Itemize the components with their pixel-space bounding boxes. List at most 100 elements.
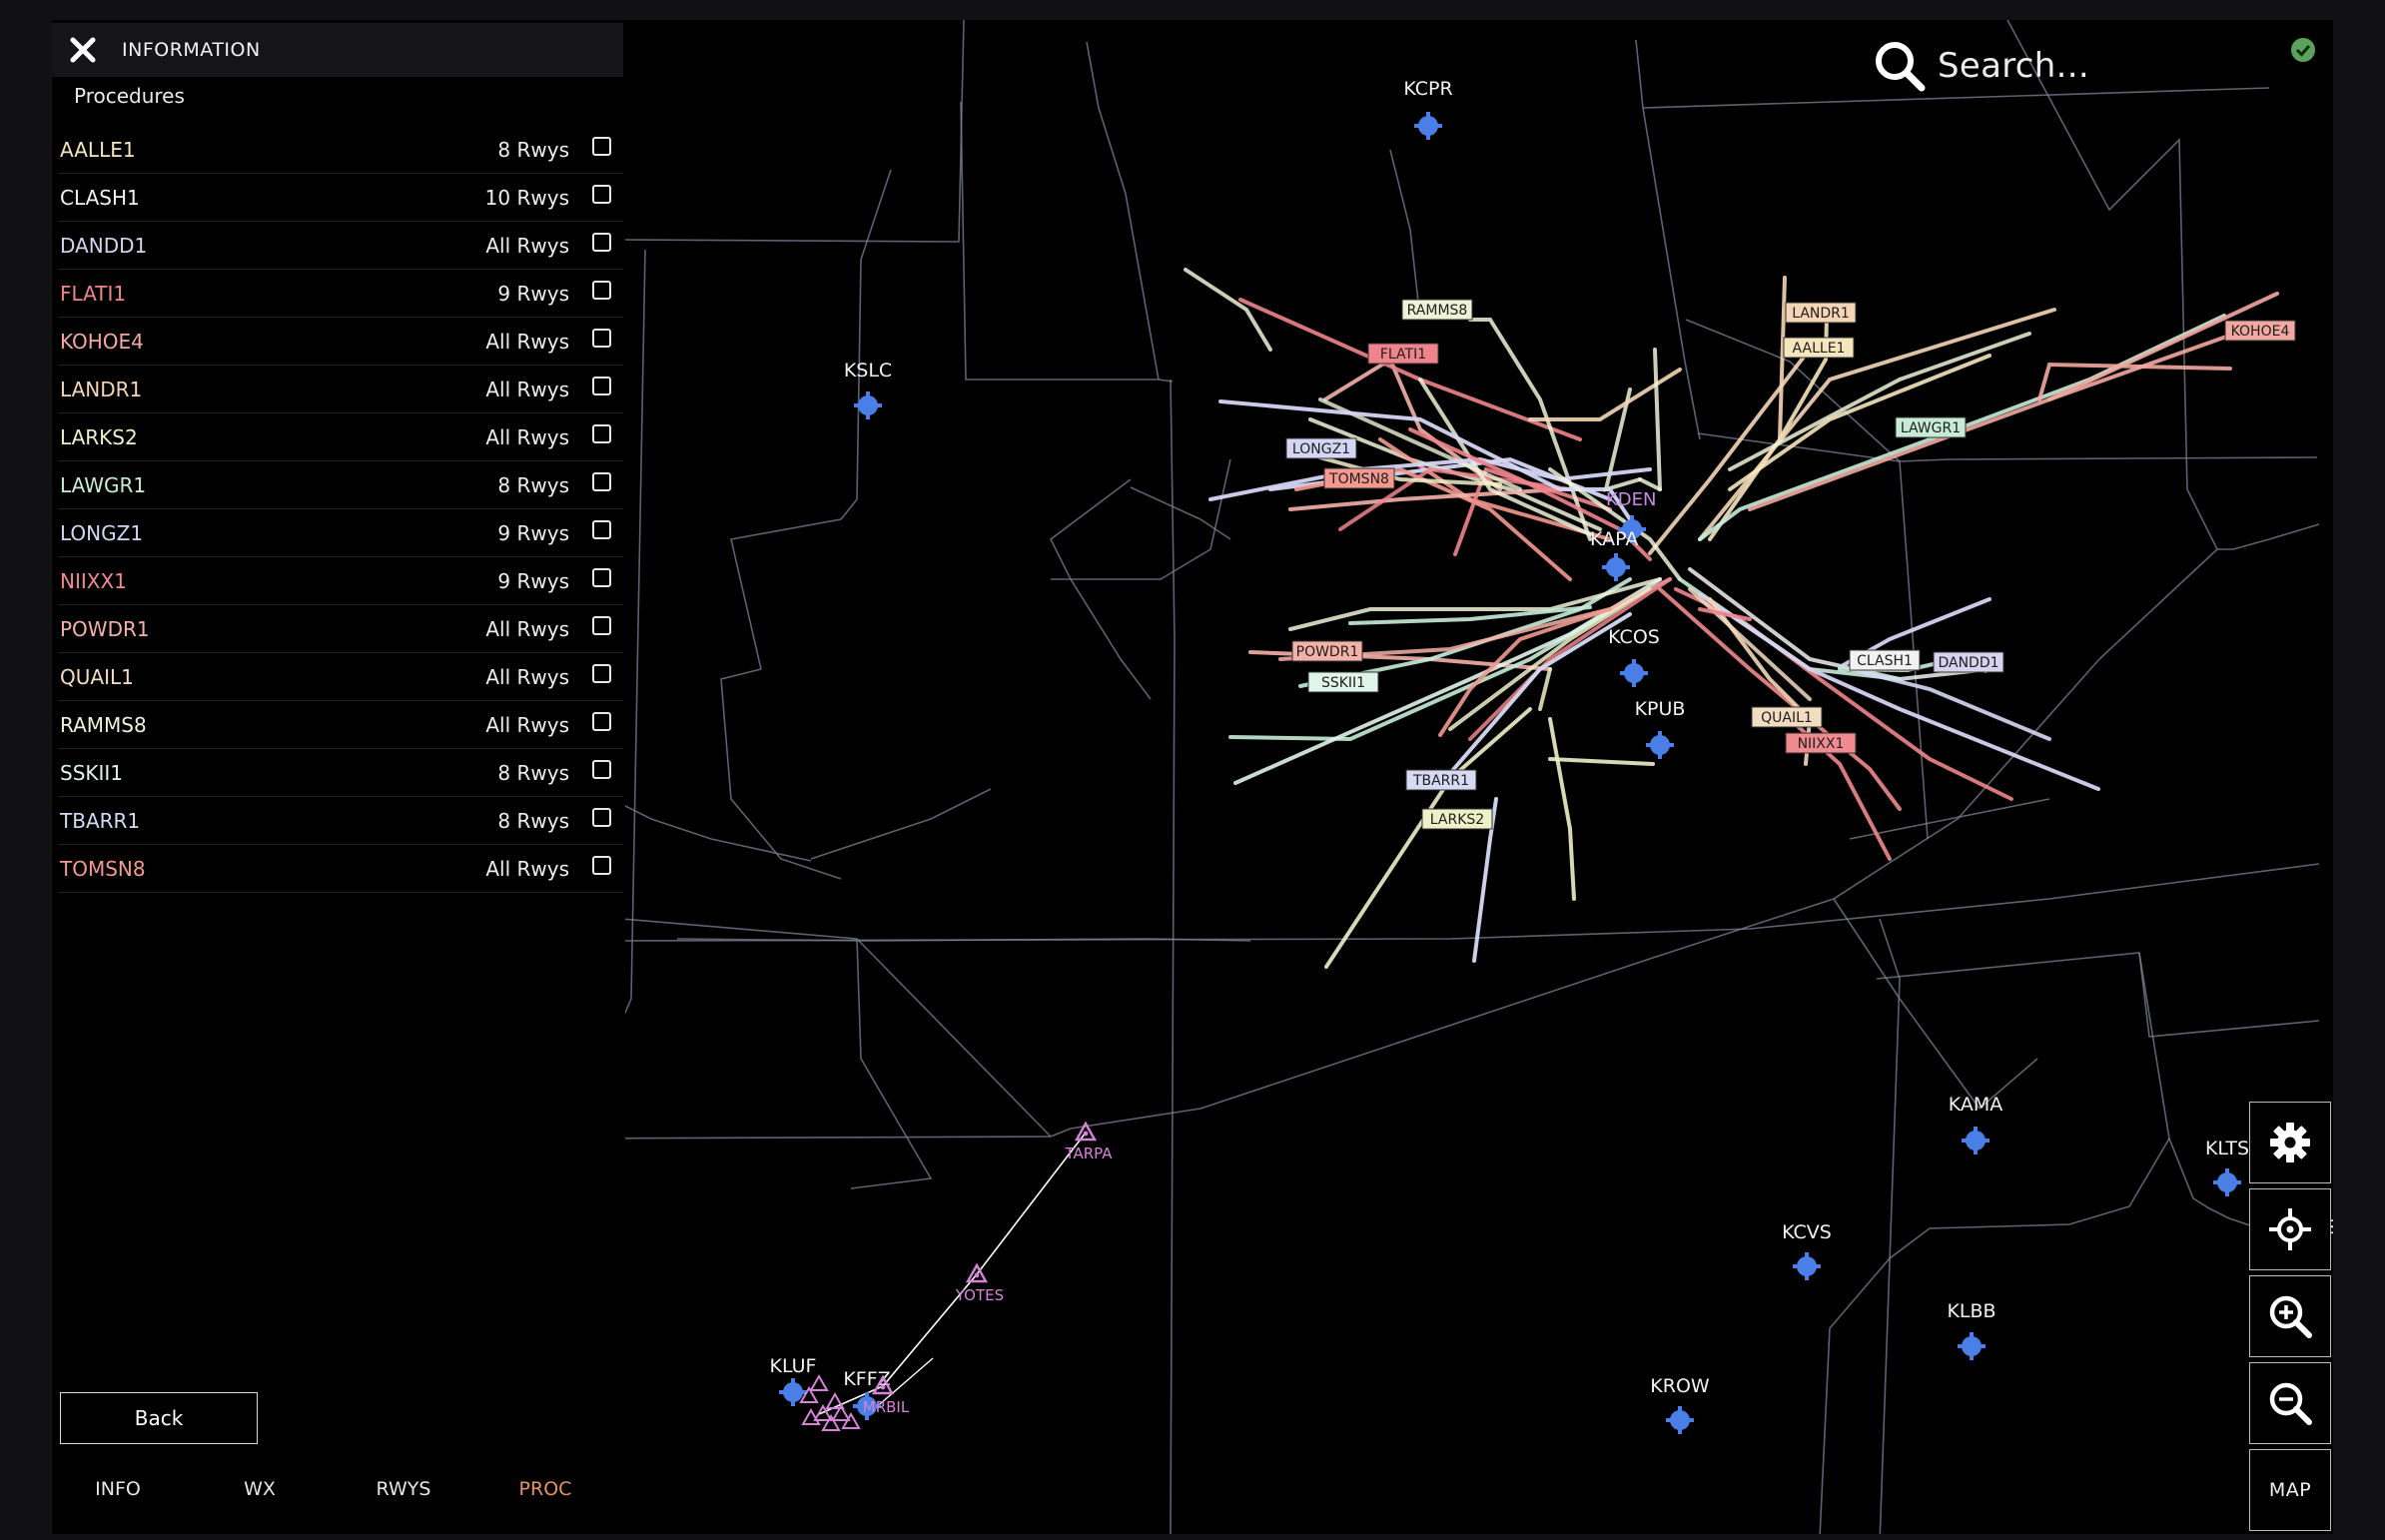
- back-button[interactable]: Back: [60, 1392, 258, 1444]
- recenter-button[interactable]: [2249, 1188, 2331, 1270]
- procedure-checkbox[interactable]: [592, 856, 611, 875]
- procedure-checkbox[interactable]: [592, 712, 611, 731]
- procedure-tag-kohoe4[interactable]: KOHOE4: [2224, 320, 2296, 342]
- settings-button[interactable]: [2249, 1102, 2331, 1183]
- status-check-icon: [2291, 38, 2315, 62]
- procedure-name: POWDR1: [60, 617, 150, 641]
- procedure-row[interactable]: LONGZ1 9 Rwys: [58, 509, 623, 557]
- procedure-tag-lawgr1[interactable]: LAWGR1: [1895, 416, 1967, 438]
- procedure-row[interactable]: DANDD1 All Rwys: [58, 222, 623, 270]
- procedure-checkbox[interactable]: [592, 760, 611, 779]
- procedure-tag-aalle1[interactable]: AALLE1: [1783, 337, 1855, 359]
- procedure-tag-sskii1[interactable]: SSKII1: [1307, 671, 1379, 693]
- procedure-tag-larks2[interactable]: LARKS2: [1421, 808, 1493, 830]
- tab-proc[interactable]: PROC: [485, 1478, 605, 1500]
- procedure-row[interactable]: KOHOE4 All Rwys: [58, 318, 623, 366]
- airport-label: KAPA: [1590, 528, 1638, 550]
- procedure-tag-dandd1[interactable]: DANDD1: [1933, 651, 2004, 673]
- procedure-name: LAWGR1: [60, 473, 147, 497]
- procedure-checkbox[interactable]: [592, 377, 611, 395]
- procedure-row[interactable]: FLATI1 9 Rwys: [58, 270, 623, 318]
- procedure-checkbox[interactable]: [592, 281, 611, 300]
- procedure-row[interactable]: NIIXX1 9 Rwys: [58, 557, 623, 605]
- tab-wx[interactable]: WX: [200, 1478, 320, 1500]
- fix-tarpa[interactable]: TARPA: [1064, 1121, 1113, 1162]
- close-button[interactable]: [56, 23, 110, 77]
- procedure-tags[interactable]: RAMMS8 FLATI1 LANDR1 AALLE1 KOHOE4 LAWGR1 LONG…: [1285, 299, 2296, 830]
- gear-icon: [2270, 1123, 2310, 1162]
- procedure-row[interactable]: LARKS2 All Rwys: [58, 413, 623, 461]
- procedure-checkbox[interactable]: [592, 616, 611, 635]
- procedure-checkbox[interactable]: [592, 808, 611, 827]
- fix-yotes[interactable]: YOTES: [955, 1262, 1004, 1304]
- zoom-in-icon: [2269, 1295, 2312, 1338]
- airport-kpub[interactable]: KPUB: [1635, 698, 1686, 759]
- procedure-tag-powdr1[interactable]: POWDR1: [1291, 640, 1363, 662]
- procedure-checkbox[interactable]: [592, 424, 611, 443]
- procedure-row[interactable]: TOMSN8 All Rwys: [58, 845, 623, 893]
- procedure-checkbox[interactable]: [592, 568, 611, 587]
- procedure-row[interactable]: RAMMS8 All Rwys: [58, 701, 623, 749]
- search-box[interactable]: Search...: [1872, 38, 2089, 94]
- procedure-checkbox[interactable]: [592, 472, 611, 491]
- procedure-name: LARKS2: [60, 425, 138, 449]
- tab-rwys[interactable]: RWYS: [344, 1478, 463, 1500]
- airport-label: KCPR: [1403, 78, 1452, 100]
- procedure-row[interactable]: POWDR1 All Rwys: [58, 605, 623, 653]
- airport-label: KROW: [1650, 1375, 1710, 1397]
- procedure-row[interactable]: AALLE1 8 Rwys: [58, 126, 623, 174]
- procedure-tag-label: POWDR1: [1296, 644, 1359, 660]
- procedure-tag-label: FLATI1: [1380, 347, 1426, 363]
- procedure-row[interactable]: SSKII1 8 Rwys: [58, 749, 623, 797]
- airport-kluf[interactable]: KLUF: [770, 1355, 817, 1406]
- procedure-checkbox[interactable]: [592, 664, 611, 683]
- procedure-runways: All Rwys: [485, 617, 569, 641]
- procedure-name: QUAIL1: [60, 665, 134, 689]
- search-input[interactable]: Search...: [1938, 46, 2089, 86]
- procedure-runways: 9 Rwys: [497, 569, 569, 593]
- procedure-tag-label: SSKII1: [1321, 675, 1365, 691]
- procedure-tag-tbarr1[interactable]: TBARR1: [1405, 769, 1477, 791]
- procedure-tag-longz1[interactable]: LONGZ1: [1285, 437, 1357, 459]
- procedure-row[interactable]: CLASH1 10 Rwys: [58, 174, 623, 222]
- procedure-runways: 8 Rwys: [497, 809, 569, 833]
- procedure-checkbox[interactable]: [592, 233, 611, 252]
- procedure-checkbox[interactable]: [592, 185, 611, 204]
- airport-klbb[interactable]: KLBB: [1947, 1300, 1996, 1360]
- airport-krow[interactable]: KROW: [1650, 1375, 1710, 1434]
- procedure-tag-ramms8[interactable]: RAMMS8: [1401, 299, 1473, 321]
- airport-kcpr[interactable]: KCPR: [1403, 78, 1453, 140]
- procedure-row[interactable]: LANDR1 All Rwys: [58, 366, 623, 413]
- procedure-tag-niixx1[interactable]: NIIXX1: [1785, 732, 1857, 754]
- airport-klts[interactable]: KLTS: [2205, 1138, 2249, 1196]
- airport-kslc[interactable]: KSLC: [844, 360, 892, 419]
- airport-kcos[interactable]: KCOS: [1608, 626, 1660, 687]
- procedure-checkbox[interactable]: [592, 329, 611, 348]
- procedure-checkbox[interactable]: [592, 520, 611, 539]
- zoom-in-button[interactable]: [2249, 1275, 2331, 1357]
- airport-icon: [1602, 553, 1630, 581]
- procedure-row[interactable]: LAWGR1 8 Rwys: [58, 461, 623, 509]
- airport-kama[interactable]: KAMA: [1949, 1094, 2003, 1155]
- procedure-tag-tomsn8[interactable]: TOMSN8: [1323, 467, 1395, 489]
- zoom-out-button[interactable]: [2249, 1362, 2331, 1444]
- procedure-tag-label: LARKS2: [1430, 812, 1484, 828]
- procedure-tag-clash1[interactable]: CLASH1: [1849, 649, 1921, 671]
- airport-icon: [1646, 731, 1674, 759]
- procedure-checkbox[interactable]: [592, 137, 611, 156]
- airport-kapa[interactable]: KAPA: [1590, 528, 1638, 581]
- procedure-name: SSKII1: [60, 761, 124, 785]
- procedure-row[interactable]: TBARR1 8 Rwys: [58, 797, 623, 845]
- procedure-runways: 8 Rwys: [497, 138, 569, 162]
- airport-icon: [1620, 659, 1648, 687]
- airport-markers[interactable]: KCPR KSLC KDEN KAPA KCOS KPUB KAMA KLTS KCVS KLBB…: [770, 78, 2333, 1434]
- procedure-tag-quail1[interactable]: QUAIL1: [1751, 706, 1823, 728]
- airport-kcvs[interactable]: KCVS: [1782, 1221, 1832, 1280]
- tab-info[interactable]: INFO: [58, 1478, 178, 1500]
- procedure-row[interactable]: QUAIL1 All Rwys: [58, 653, 623, 701]
- procedure-tag-flati1[interactable]: FLATI1: [1367, 343, 1439, 365]
- procedure-tag-landr1[interactable]: LANDR1: [1785, 302, 1857, 324]
- procedure-name: TOMSN8: [60, 857, 146, 881]
- map-mode-button[interactable]: MAP: [2249, 1449, 2331, 1531]
- information-panel: INFORMATION Procedures AALLE1 8 Rwys CLASH…: [52, 20, 625, 1534]
